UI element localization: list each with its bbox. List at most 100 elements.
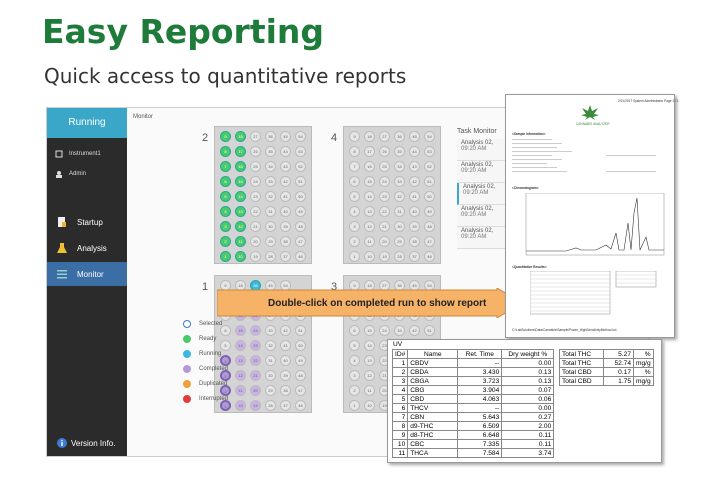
vial[interactable]: 18	[235, 131, 246, 142]
vial[interactable]: 51	[295, 325, 306, 336]
vial[interactable]: 43	[280, 161, 291, 172]
vial[interactable]: 12	[364, 221, 375, 232]
vial[interactable]: 21	[250, 221, 261, 232]
vial[interactable]: 51	[424, 176, 435, 187]
vial[interactable]: 51	[295, 176, 306, 187]
vial[interactable]: 2	[349, 385, 360, 396]
vial[interactable]: 3	[349, 370, 360, 381]
vial[interactable]: 38	[280, 385, 291, 396]
vial[interactable]: 53	[424, 146, 435, 157]
vial[interactable]: 14	[235, 340, 246, 351]
vial[interactable]: 46	[295, 251, 306, 262]
vial[interactable]: 20	[250, 385, 261, 396]
vial[interactable]: 5	[349, 191, 360, 202]
vial[interactable]: 26	[250, 146, 261, 157]
vial[interactable]: 13	[364, 355, 375, 366]
vial[interactable]: 20	[379, 236, 390, 247]
vial[interactable]: 27	[250, 131, 261, 142]
vial[interactable]: 28	[265, 400, 276, 411]
vial[interactable]: 54	[295, 131, 306, 142]
vial[interactable]: 25	[250, 161, 261, 172]
vial[interactable]: 2	[349, 236, 360, 247]
vial[interactable]: 48	[295, 221, 306, 232]
vial[interactable]: 12	[235, 221, 246, 232]
vial[interactable]: 29	[265, 236, 276, 247]
vial[interactable]: 30	[265, 370, 276, 381]
vial[interactable]: 32	[265, 191, 276, 202]
vial[interactable]: 13	[235, 355, 246, 366]
vial[interactable]: 42	[280, 325, 291, 336]
vial[interactable]: 10	[235, 400, 246, 411]
vial[interactable]: 4	[349, 355, 360, 366]
vial[interactable]: 11	[235, 385, 246, 396]
vial[interactable]: 44	[409, 146, 420, 157]
vial[interactable]: 33	[265, 325, 276, 336]
vial[interactable]: 10	[364, 251, 375, 262]
vial[interactable]: 19	[250, 400, 261, 411]
vial[interactable]: 15	[364, 176, 375, 187]
vial[interactable]: 37	[280, 400, 291, 411]
vial[interactable]: 48	[295, 370, 306, 381]
version-info[interactable]: Version Info.	[57, 438, 115, 448]
vial[interactable]: 31	[394, 206, 405, 217]
vial[interactable]: 17	[364, 146, 375, 157]
vial[interactable]: 42	[280, 176, 291, 187]
vial[interactable]: 16	[235, 161, 246, 172]
vial[interactable]: 19	[379, 251, 390, 262]
nav-startup[interactable]: Startup	[47, 210, 127, 234]
vial[interactable]: 24	[250, 176, 261, 187]
vial[interactable]: 30	[265, 221, 276, 232]
vial[interactable]: 47	[295, 385, 306, 396]
vial[interactable]: 24	[379, 176, 390, 187]
vial[interactable]: 36	[265, 131, 276, 142]
vial[interactable]: 7	[220, 161, 231, 172]
vial[interactable]: 49	[295, 206, 306, 217]
vial[interactable]: 37	[409, 251, 420, 262]
vial[interactable]: 11	[235, 236, 246, 247]
vial[interactable]: 42	[409, 325, 420, 336]
vial[interactable]: 39	[409, 221, 420, 232]
vial[interactable]: 35	[265, 146, 276, 157]
vial[interactable]: 29	[265, 385, 276, 396]
vial[interactable]: 12	[364, 370, 375, 381]
vial[interactable]: 13	[364, 206, 375, 217]
vial[interactable]: 39	[280, 221, 291, 232]
vial[interactable]: 18	[364, 131, 375, 142]
vial[interactable]: 47	[424, 236, 435, 247]
vial[interactable]: 14	[235, 191, 246, 202]
vial[interactable]: 1	[349, 251, 360, 262]
vial[interactable]: 53	[295, 146, 306, 157]
vial[interactable]: 48	[424, 221, 435, 232]
vial[interactable]: 10	[364, 400, 375, 411]
vial[interactable]: 52	[424, 161, 435, 172]
vial[interactable]: 50	[424, 191, 435, 202]
vial[interactable]: 39	[280, 370, 291, 381]
vial[interactable]: 40	[409, 206, 420, 217]
report-preview[interactable]: 2/21/2017 System Administrator Page 1 / …	[505, 94, 679, 338]
vial[interactable]: 15	[235, 325, 246, 336]
vial[interactable]: 47	[295, 236, 306, 247]
vial[interactable]: 32	[394, 191, 405, 202]
vial[interactable]: 45	[409, 131, 420, 142]
vial[interactable]: 41	[280, 340, 291, 351]
vial[interactable]: 22	[250, 206, 261, 217]
vial[interactable]: 22	[379, 206, 390, 217]
vial[interactable]: 6	[349, 176, 360, 187]
vial[interactable]: 14	[364, 191, 375, 202]
vial[interactable]: 15	[364, 325, 375, 336]
vial[interactable]: 41	[280, 191, 291, 202]
vial[interactable]: 13	[235, 206, 246, 217]
vial[interactable]: 33	[265, 176, 276, 187]
vial[interactable]: 46	[424, 251, 435, 262]
vial[interactable]: 16	[364, 161, 375, 172]
vial[interactable]: 7	[349, 161, 360, 172]
vial[interactable]: 38	[409, 236, 420, 247]
vial[interactable]: 32	[265, 340, 276, 351]
nav-analysis[interactable]: Analysis	[47, 236, 127, 260]
vial[interactable]: 29	[394, 236, 405, 247]
vial[interactable]: 44	[280, 146, 291, 157]
vial[interactable]: 52	[295, 161, 306, 172]
vial[interactable]: 23	[250, 340, 261, 351]
vial[interactable]: 8	[220, 146, 231, 157]
vial[interactable]: 6	[220, 176, 231, 187]
